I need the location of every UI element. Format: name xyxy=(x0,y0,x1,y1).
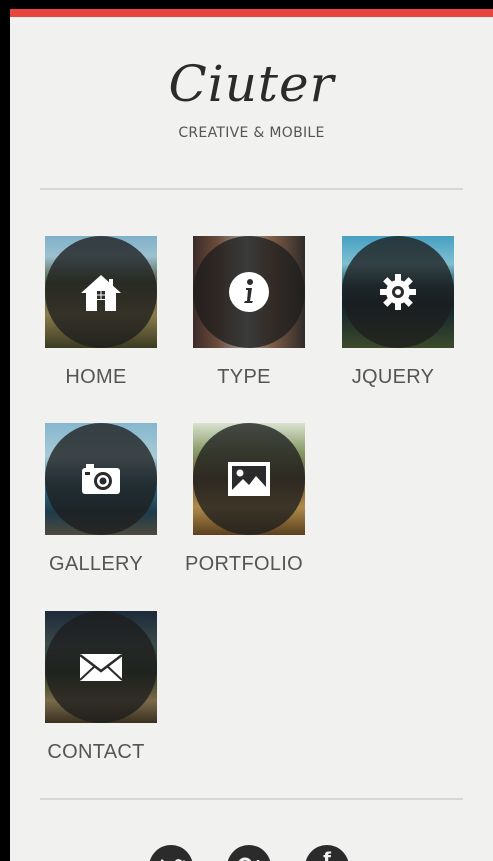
menu-item-gallery[interactable]: GALLERY xyxy=(25,423,167,593)
jquery-thumbnail[interactable] xyxy=(342,236,454,348)
menu-item-portfolio[interactable]: PORTFOLIO xyxy=(173,423,315,593)
sidebar-panel: Ciuter CREATIVE & MOBILE HOME TYPE JQUER… xyxy=(10,17,493,861)
facebook-icon: f xyxy=(323,849,331,861)
camera-icon xyxy=(82,464,120,494)
google-plus-button[interactable] xyxy=(227,845,271,861)
menu-item-label: JQUERY xyxy=(351,366,435,388)
gallery-thumbnail[interactable] xyxy=(45,423,157,535)
portfolio-thumbnail[interactable] xyxy=(193,423,305,535)
logo[interactable]: Ciuter xyxy=(10,55,493,113)
menu-item-type[interactable]: TYPE xyxy=(173,236,315,406)
social-links: f xyxy=(10,845,493,861)
tagline: CREATIVE & MOBILE xyxy=(178,125,325,141)
app-frame: Ciuter CREATIVE & MOBILE HOME TYPE JQUER… xyxy=(0,0,493,861)
info-icon xyxy=(229,272,269,312)
facebook-button[interactable]: f xyxy=(305,845,349,861)
google-plus-icon xyxy=(238,857,260,861)
menu-item-label: PORTFOLIO xyxy=(185,553,303,575)
twitter-button[interactable] xyxy=(149,845,193,861)
divider xyxy=(40,188,463,190)
divider xyxy=(40,798,463,800)
twitter-icon xyxy=(160,859,185,861)
contact-thumbnail[interactable] xyxy=(45,611,157,723)
home-icon xyxy=(81,275,121,311)
envelope-icon xyxy=(79,654,123,681)
menu-item-jquery[interactable]: JQUERY xyxy=(322,236,464,406)
home-thumbnail[interactable] xyxy=(45,236,157,348)
type-thumbnail[interactable] xyxy=(193,236,305,348)
menu-item-home[interactable]: HOME xyxy=(25,236,167,406)
image-icon xyxy=(228,462,270,496)
accent-bar xyxy=(10,9,493,17)
gear-icon xyxy=(380,274,416,310)
menu-item-label: CONTACT xyxy=(47,741,145,763)
menu-item-contact[interactable]: CONTACT xyxy=(25,611,167,781)
